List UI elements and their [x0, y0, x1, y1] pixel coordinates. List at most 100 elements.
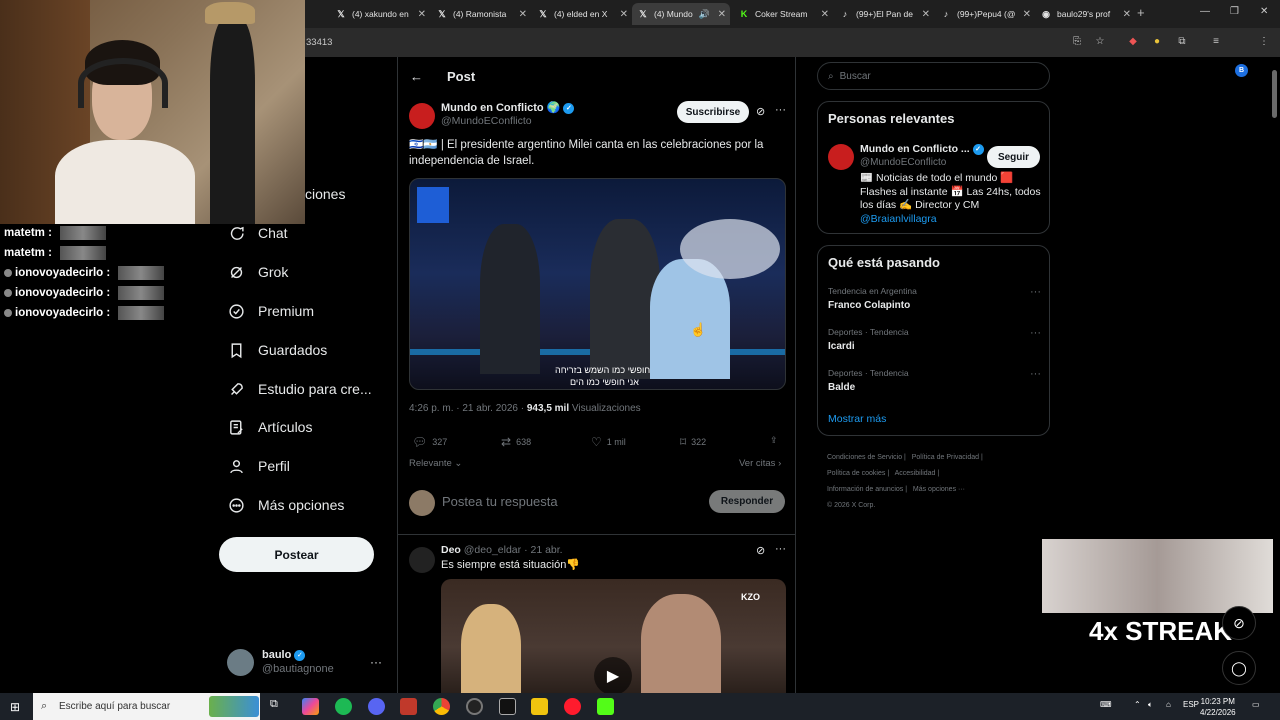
browser-tab[interactable]: 𝕏 (4) elded en X ✕: [532, 3, 632, 25]
show-more-link[interactable]: Mostrar más: [828, 413, 886, 425]
close-icon[interactable]: ✕: [1023, 9, 1031, 20]
media-control-icon[interactable]: ≡: [1210, 36, 1222, 48]
share-icon[interactable]: ⇪: [770, 435, 778, 446]
chrome-icon[interactable]: [433, 698, 450, 715]
nav-item-more-options[interactable]: Más opciones: [227, 496, 344, 514]
task-view-icon[interactable]: ⧉: [270, 698, 287, 715]
menu-kebab-icon[interactable]: ⋮: [1258, 36, 1270, 48]
notifications-icon[interactable]: ▭: [1252, 700, 1260, 709]
capcut-icon[interactable]: [499, 698, 516, 715]
author-handle[interactable]: @MundoEConflicto: [441, 115, 532, 127]
close-window-icon[interactable]: ✕: [1260, 6, 1268, 17]
reply-author-row[interactable]: Deo @deo_eldar · 21 abr.: [441, 544, 563, 556]
language-indicator[interactable]: ESP: [1183, 700, 1199, 709]
more-icon[interactable]: ···: [1030, 368, 1041, 380]
discord-icon[interactable]: [368, 698, 385, 715]
grok-icon[interactable]: ⊘: [756, 105, 765, 118]
bookmark-action[interactable]: ⌑ 322: [680, 435, 706, 449]
copilot-icon[interactable]: [302, 698, 319, 715]
like-action[interactable]: ♡ 1 mil: [591, 435, 626, 449]
close-icon[interactable]: ✕: [922, 9, 930, 20]
grok-icon[interactable]: ⊘: [756, 544, 765, 557]
quotes-link[interactable]: Ver citas ›: [739, 458, 781, 469]
messages-fab-icon[interactable]: ◯: [1222, 651, 1256, 685]
subscribe-button[interactable]: Suscribirse: [677, 101, 749, 123]
reply-action[interactable]: 💬︎ 327: [412, 435, 447, 449]
nav-item-bookmarks[interactable]: Guardados: [227, 341, 327, 359]
taskbar-clock[interactable]: 10:23 PM 4/22/2026: [1200, 696, 1236, 718]
close-icon[interactable]: ✕: [1123, 9, 1131, 20]
browser-tab-active[interactable]: 𝕏 (4) Mundo 🔊 ✕: [632, 3, 730, 25]
nav-item-premium[interactable]: Premium: [227, 302, 314, 320]
repost-action[interactable]: ⇄ 638: [501, 435, 531, 449]
nav-partial-notifications[interactable]: ciones: [305, 186, 345, 202]
kick-icon[interactable]: [597, 698, 614, 715]
file-explorer-icon[interactable]: [531, 698, 548, 715]
more-icon[interactable]: ···: [775, 104, 786, 116]
account-switcher[interactable]: baulo ✓ @bautiagnone: [227, 648, 334, 676]
speaker-icon[interactable]: 🔊: [699, 9, 710, 20]
opera-icon[interactable]: [564, 698, 581, 715]
footer-link[interactable]: Accesibilidad: [895, 470, 936, 477]
footer-link[interactable]: Más opciones ···: [913, 486, 965, 493]
windows-start-icon[interactable]: ⊞: [10, 700, 20, 714]
profile-avatar[interactable]: B: [1235, 64, 1248, 77]
extension-icon[interactable]: ●: [1151, 36, 1163, 48]
account-more-icon[interactable]: ···: [370, 655, 382, 669]
video-player[interactable]: חופשי כמו השמש בזריחה אני חופשי כמו הים: [409, 178, 786, 390]
relevant-handle[interactable]: @MundoEConflicto: [860, 157, 946, 168]
app-icon[interactable]: [400, 698, 417, 715]
reply-video[interactable]: KZO ▶: [441, 579, 786, 693]
back-arrow-icon[interactable]: ←: [410, 69, 423, 84]
url-field[interactable]: 33413: [306, 37, 332, 48]
post-button[interactable]: Postear: [219, 537, 374, 572]
restore-icon[interactable]: ❐: [1230, 6, 1239, 17]
browser-tab[interactable]: 𝕏 (4) Ramonista ✕: [431, 3, 531, 25]
bio-link[interactable]: @Braianlvillagra: [860, 213, 1045, 227]
taskbar-search-input[interactable]: ⌕ Escribe aquí para buscar: [33, 693, 260, 720]
more-icon[interactable]: ···: [1030, 327, 1041, 339]
author-name-row[interactable]: Mundo en Conflicto 🌍 ✓: [441, 101, 575, 114]
relevant-name-row[interactable]: Mundo en Conflicto ... ✓: [860, 143, 984, 155]
install-icon[interactable]: ⎘: [1071, 36, 1083, 48]
obs-icon[interactable]: [466, 698, 483, 715]
chevron-up-icon[interactable]: ⌃: [1134, 700, 1141, 709]
puzzle-icon[interactable]: ⧉: [1176, 36, 1188, 48]
nav-item-creator-studio[interactable]: Estudio para cre...: [227, 380, 372, 398]
follow-button[interactable]: Seguir: [987, 146, 1040, 168]
close-icon[interactable]: ✕: [519, 9, 527, 20]
grok-fab-icon[interactable]: ⊘: [1222, 606, 1256, 640]
browser-tab[interactable]: ♪ (99+)El Pan de ✕: [834, 3, 934, 25]
scrollbar-thumb[interactable]: [1272, 70, 1277, 118]
close-icon[interactable]: ✕: [718, 9, 726, 20]
footer-link[interactable]: Política de Privacidad: [912, 454, 979, 461]
volume-icon[interactable]: 🔈︎: [1148, 700, 1153, 710]
spotify-icon[interactable]: [335, 698, 352, 715]
keyboard-icon[interactable]: ⌨: [1100, 700, 1112, 709]
footer-link[interactable]: Información de anuncios: [827, 486, 903, 493]
footer-link[interactable]: Condiciones de Servicio: [827, 454, 902, 461]
more-icon[interactable]: ···: [1030, 286, 1041, 298]
author-avatar[interactable]: [409, 103, 435, 129]
reply-input[interactable]: Postea tu respuesta: [442, 494, 558, 509]
nav-item-chat[interactable]: Chat: [227, 224, 288, 242]
play-icon[interactable]: ▶: [594, 657, 632, 693]
nav-item-profile[interactable]: Perfil: [227, 457, 290, 475]
sort-dropdown[interactable]: Relevante ⌄: [409, 458, 462, 469]
extension-icon[interactable]: ◆: [1127, 36, 1139, 48]
footer-link[interactable]: Política de cookies: [827, 470, 885, 477]
browser-tab[interactable]: K Coker Stream ✕: [733, 3, 833, 25]
reply-button[interactable]: Responder: [709, 490, 785, 513]
close-icon[interactable]: ✕: [821, 9, 829, 20]
nav-item-articles[interactable]: Artículos: [227, 418, 312, 436]
post-time[interactable]: 4:26 p. m. · 21 abr. 2026 ·: [409, 403, 524, 414]
new-tab-button[interactable]: +: [1137, 5, 1145, 20]
close-icon[interactable]: ✕: [418, 9, 426, 20]
search-input[interactable]: ⌕ Buscar: [817, 62, 1050, 90]
trend-item[interactable]: Deportes · Tendencia Balde ···: [828, 368, 1043, 393]
network-icon[interactable]: ⌂: [1166, 700, 1171, 709]
browser-tab[interactable]: ♪ (99+)Pepu4 (@ ✕: [935, 3, 1035, 25]
minimize-icon[interactable]: —: [1200, 6, 1210, 17]
trend-item[interactable]: Deportes · Tendencia Icardi ···: [828, 327, 1043, 352]
reply-avatar[interactable]: [409, 547, 435, 573]
